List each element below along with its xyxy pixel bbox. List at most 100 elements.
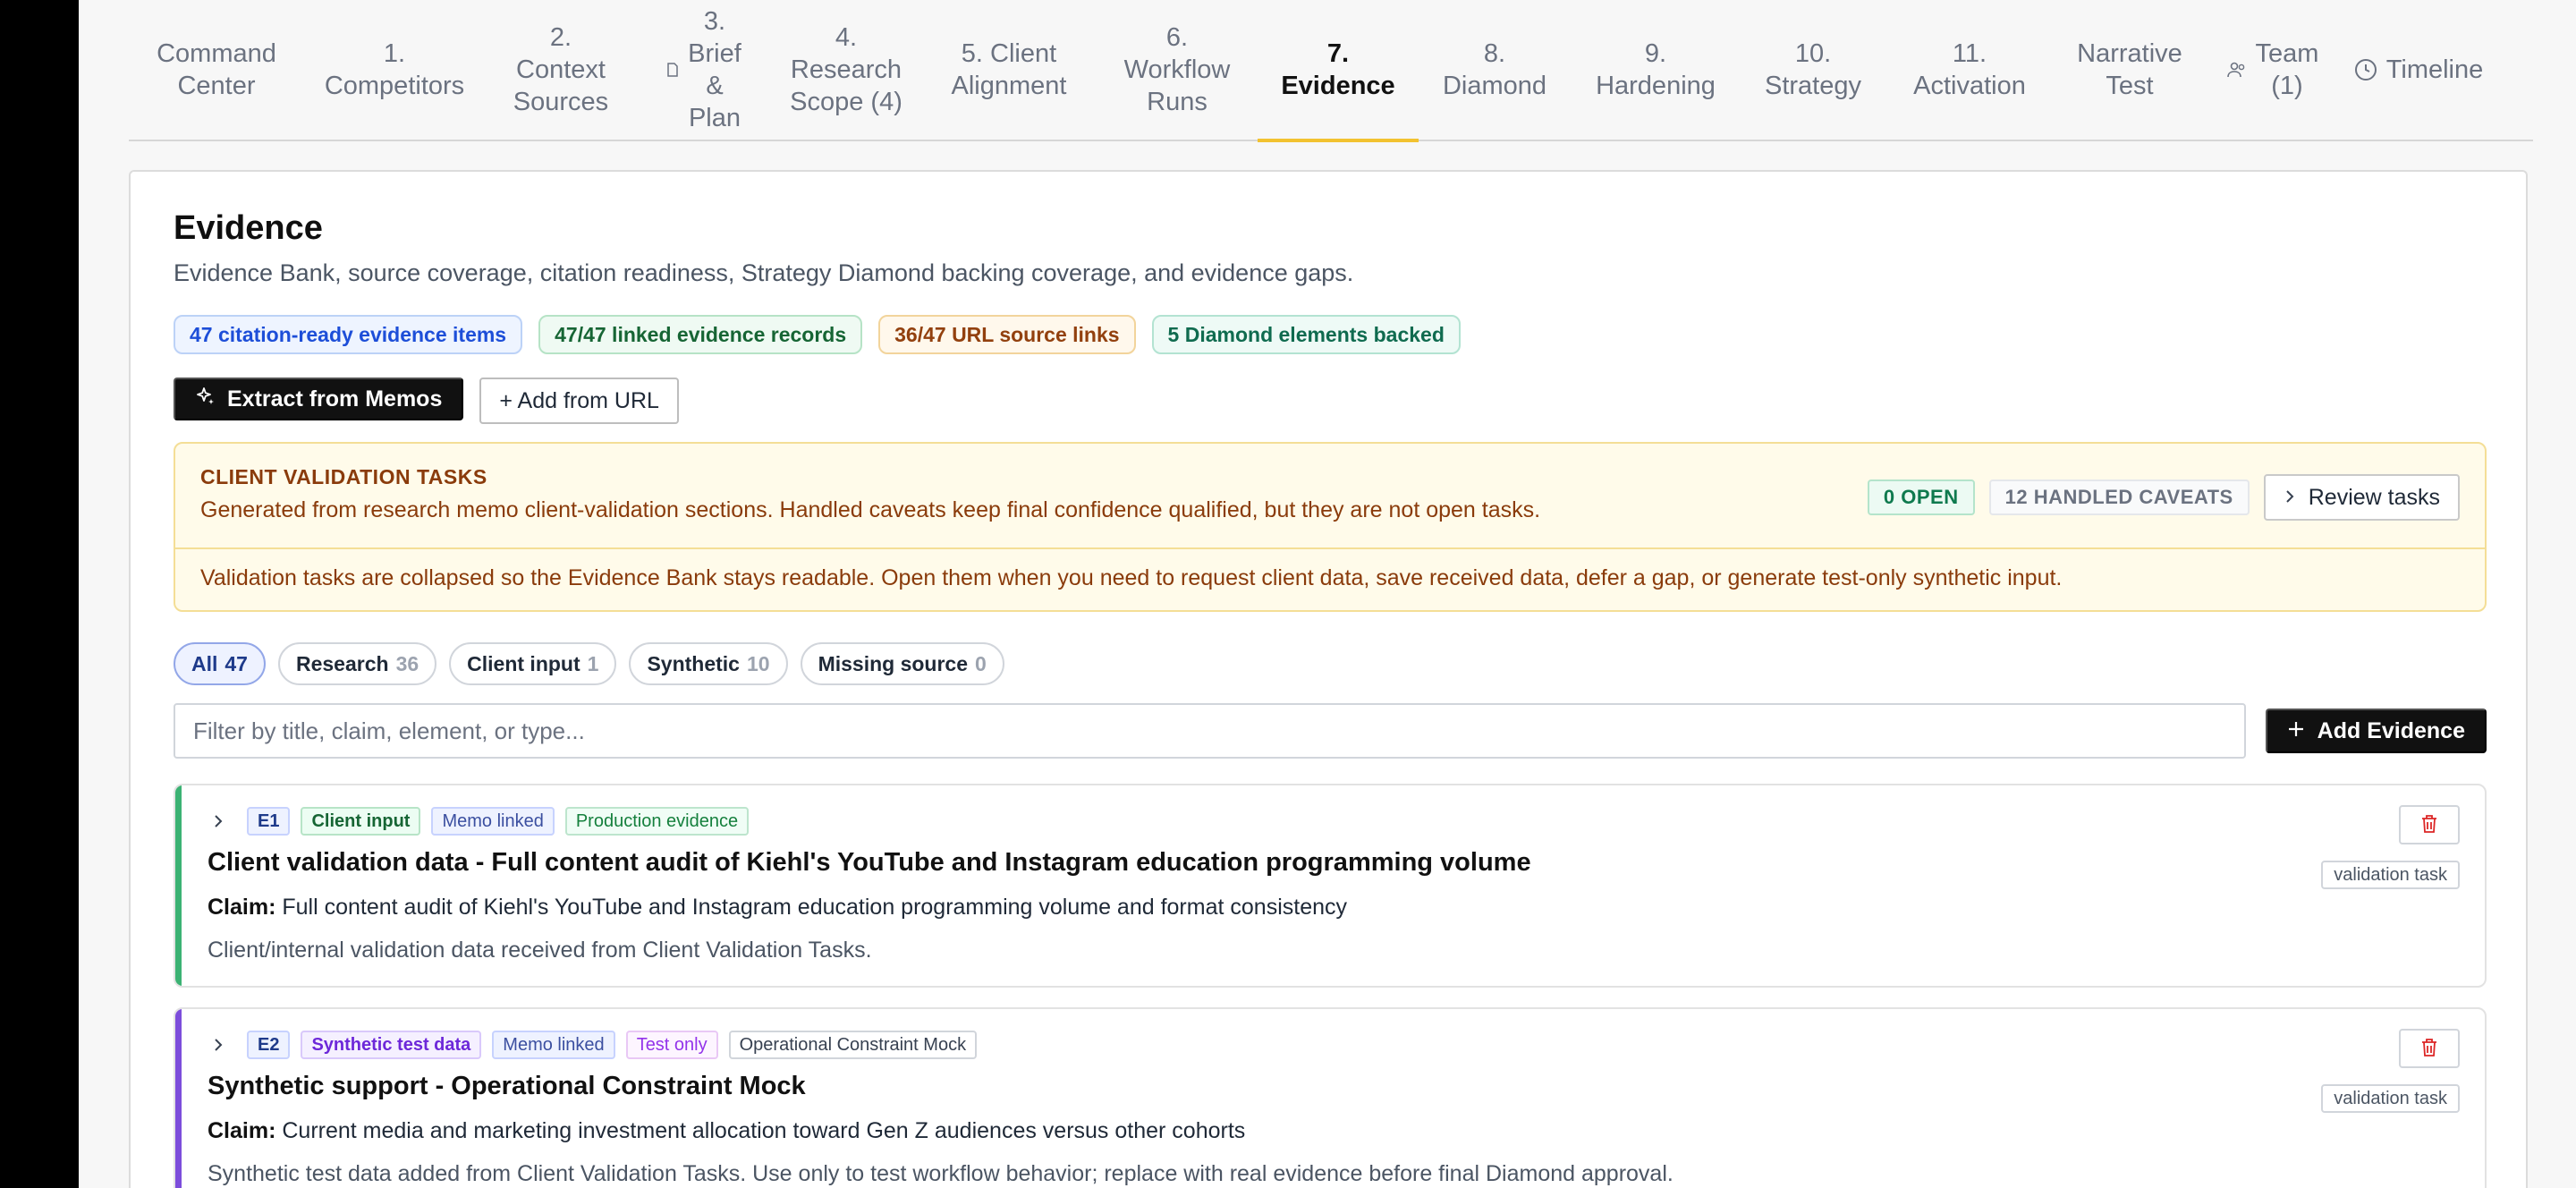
page-title: Evidence [174,209,323,247]
add-evidence-button[interactable]: Add Evidence [2265,709,2487,753]
tab-client-alignment[interactable]: 5. Client Alignment [921,0,1097,140]
memo-linked-tag: Memo linked [431,807,555,836]
evidence-actions: Extract from Memos + Add from URL [174,378,679,424]
tab-competitors[interactable]: 1. Competitors [304,0,485,140]
evidence-note: Client/internal validation data received… [208,938,872,963]
diamond-backed-badge: 5 Diamond elements backed [1151,315,1461,354]
tab-context-sources[interactable]: 2. Context Sources [485,0,637,140]
clock-icon [2354,58,2377,81]
evidence-type-tag: Synthetic test data [301,1031,482,1059]
tab-activation[interactable]: 11. Activation [1885,0,2054,140]
chip-label: Missing source [818,651,968,675]
page-subtitle: Evidence Bank, source coverage, citation… [174,259,1354,286]
filter-synthetic-chip[interactable]: Synthetic 10 [629,642,788,685]
validation-task-tag: validation task [2321,1084,2460,1113]
chip-count: 36 [395,651,419,675]
claim-label: Claim: [208,1118,276,1143]
evidence-claim: Claim: Full content audit of Kiehl's You… [208,895,1347,921]
evidence-item[interactable]: E2 Synthetic test data Memo linked Test … [174,1007,2487,1188]
chip-label: Research [295,651,389,675]
evidence-title: Client validation data - Full content au… [208,848,1531,877]
app-window: Command Center 1. Competitors 2. Context… [79,0,2576,1188]
evidence-claim: Claim: Current media and marketing inves… [208,1118,1245,1144]
tab-label: 3. Brief & Plan [688,7,741,132]
test-only-tag: Test only [625,1031,718,1059]
validation-note: Validation tasks are collapsed so the Ev… [200,565,2063,590]
handled-caveats-badge: 12 HANDLED CAVEATS [1988,479,2250,515]
sparkle-icon [195,386,216,413]
tab-label: 9. Hardening [1596,39,1716,100]
evidence-accent-bar [175,785,182,986]
tab-label: 2. Context Sources [513,23,609,116]
review-tasks-button[interactable]: Review tasks [2263,474,2460,521]
memo-linked-tag: Memo linked [492,1031,615,1059]
tab-research-scope[interactable]: 4. Research Scope (4) [771,0,921,140]
filter-all-chip[interactable]: All 47 [174,642,266,685]
open-count-badge: 0 OPEN [1867,479,1975,515]
tab-narrative-test[interactable]: Narrative Test [2054,0,2206,140]
evidence-accent-bar [175,1009,182,1188]
filter-missing-source-chip[interactable]: Missing source 0 [800,642,1004,685]
evidence-item[interactable]: E1 Client input Memo linked Production e… [174,784,2487,988]
tab-label: Command Center [157,39,276,100]
tab-diamond[interactable]: 8. Diamond [1419,0,1571,140]
claim-text: Full content audit of Kiehl's YouTube an… [282,895,1347,920]
tab-hardening[interactable]: 9. Hardening [1571,0,1741,140]
evidence-note: Synthetic test data added from Client Va… [208,1161,1674,1186]
tab-team[interactable]: Team (1) [2206,0,2340,140]
chip-label: All [191,651,218,675]
delete-evidence-button[interactable] [2399,805,2460,844]
production-evidence-tag: Production evidence [564,807,750,836]
tab-label: 5. Client Alignment [951,39,1067,100]
validation-divider [175,547,2485,549]
tab-timeline[interactable]: Timeline [2340,0,2497,140]
claim-label: Claim: [208,895,276,920]
users-icon [2226,62,2247,78]
tab-workflow-runs[interactable]: 6. Workflow Runs [1097,0,1258,140]
claim-text: Current media and marketing investment a… [282,1118,1246,1143]
tab-command-center[interactable]: Command Center [129,0,304,140]
tab-label: Narrative Test [2077,39,2182,100]
evidence-filter-input[interactable] [174,703,2246,759]
extract-label: Extract from Memos [227,386,443,412]
chevron-right-icon[interactable] [208,1034,229,1056]
citation-ready-badge: 47 citation-ready evidence items [174,315,523,354]
tab-label: 10. Strategy [1765,39,1861,100]
add-from-url-button[interactable]: + Add from URL [479,378,679,424]
document-icon [666,63,679,77]
evidence-title: Synthetic support - Operational Constrai… [208,1072,806,1100]
tab-label: 11. Activation [1913,39,2026,100]
url-source-badge: 36/47 URL source links [878,315,1136,354]
add-evidence-label: Add Evidence [2317,717,2465,743]
filter-research-chip[interactable]: Research 36 [277,642,437,685]
validation-description: Generated from research memo client-vali… [200,497,1541,522]
search-row: Add Evidence [174,703,2487,759]
plus-icon [2287,718,2305,744]
trash-icon [2420,1038,2438,1060]
tab-brief-plan[interactable]: 3. Brief & Plan [637,0,771,140]
chevron-right-icon [2284,485,2296,511]
tab-label: 6. Workflow Runs [1123,23,1231,116]
evidence-card: Evidence Evidence Bank, source coverage,… [129,170,2528,1188]
trash-icon [2420,814,2438,836]
evidence-type-tag: Client input [301,807,421,836]
client-validation-panel: CLIENT VALIDATION TASKS Generated from r… [174,442,2487,612]
tab-strategy[interactable]: 10. Strategy [1741,0,1885,140]
tab-label: 8. Diamond [1442,39,1547,100]
summary-badges: 47 citation-ready evidence items 47/47 l… [174,315,1461,354]
chip-count: 1 [587,651,599,675]
linked-records-badge: 47/47 linked evidence records [538,315,863,354]
filter-client-input-chip[interactable]: Client input 1 [449,642,617,685]
delete-evidence-button[interactable] [2399,1029,2460,1068]
chip-label: Client input [467,651,580,675]
tab-label: 4. Research Scope (4) [790,23,902,116]
chip-label: Synthetic [647,651,740,675]
review-label: Review tasks [2308,484,2440,510]
tab-evidence[interactable]: 7. Evidence [1258,0,1419,142]
chevron-right-icon[interactable] [208,810,229,832]
evidence-filter-chips: All 47 Research 36 Client input 1 Synthe… [174,642,1004,685]
chip-count: 47 [225,651,248,675]
extract-from-memos-button[interactable]: Extract from Memos [174,378,464,420]
tab-label: 1. Competitors [324,39,465,100]
validation-heading: CLIENT VALIDATION TASKS [200,465,487,488]
